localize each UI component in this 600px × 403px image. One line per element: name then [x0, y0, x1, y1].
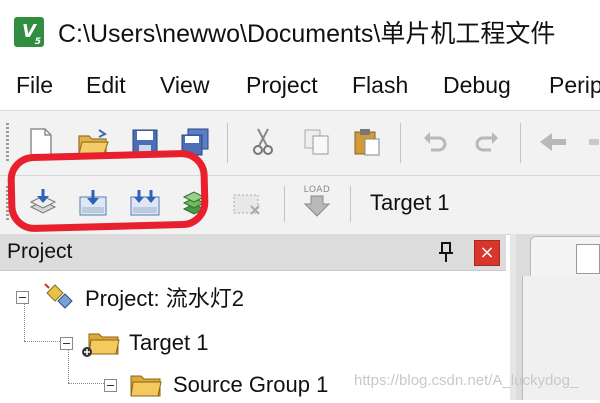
navigate-forward-icon[interactable]	[580, 125, 600, 159]
collapse-toggle-icon[interactable]	[16, 290, 29, 304]
cut-icon[interactable]	[246, 125, 280, 159]
menu-bar: File Edit View Project Flash Debug Perip	[0, 62, 600, 108]
menu-debug[interactable]: Debug	[443, 72, 511, 99]
folder-icon	[130, 375, 162, 397]
menu-flash[interactable]: Flash	[352, 72, 408, 99]
document-icon	[576, 244, 600, 274]
collapse-toggle-icon[interactable]	[104, 378, 117, 392]
toolbar-separator	[227, 123, 228, 163]
target-selector[interactable]: Target 1	[370, 190, 450, 216]
project-panel-title: Project	[7, 240, 73, 263]
tree-guide-line	[24, 341, 60, 342]
collapse-toggle-icon[interactable]	[60, 336, 73, 350]
target-folder-icon	[82, 333, 120, 357]
project-panel-header: Project	[0, 234, 506, 271]
toolbar-separator	[400, 123, 401, 163]
tree-guide-line	[68, 383, 104, 384]
menu-file[interactable]: File	[16, 72, 53, 99]
pin-icon[interactable]	[436, 240, 456, 264]
tree-item-target[interactable]: Target 1	[60, 325, 209, 361]
menu-view[interactable]: View	[160, 72, 209, 99]
load-label: LOAD	[303, 185, 331, 195]
project-diamond-icon	[44, 283, 73, 309]
menu-edit[interactable]: Edit	[86, 72, 126, 99]
redo-icon[interactable]	[470, 125, 504, 159]
keil-app-icon: V5	[14, 17, 44, 47]
tree-label: Project: 流水灯2	[85, 286, 244, 311]
toolbar-grip[interactable]	[6, 123, 9, 163]
tree-item-project[interactable]: Project: 流水灯2	[16, 279, 244, 315]
tree-item-source-group[interactable]: Source Group 1	[104, 367, 328, 403]
window-title: C:\Users\newwo\Documents\单片机工程文件	[58, 20, 556, 48]
undo-icon[interactable]	[418, 125, 452, 159]
menu-peripherals[interactable]: Perip	[549, 72, 600, 99]
toolbar-separator	[350, 186, 351, 222]
paste-icon[interactable]	[350, 125, 384, 159]
download-icon[interactable]: LOAD	[300, 184, 334, 218]
panel-close-button[interactable]: ×	[474, 240, 500, 266]
title-bar: V5 C:\Users\newwo\Documents\单片机工程文件	[0, 0, 600, 60]
tree-label: Target 1	[129, 330, 209, 355]
watermark: https://blog.csdn.net/A_luckydog_	[354, 372, 579, 389]
navigate-back-icon[interactable]	[536, 125, 570, 159]
menu-project[interactable]: Project	[246, 72, 318, 99]
red-highlight-annotation	[7, 149, 209, 233]
tree-label: Source Group 1	[173, 372, 329, 397]
copy-icon[interactable]	[300, 125, 334, 159]
toolbar-separator	[284, 186, 285, 222]
toolbar-separator	[520, 123, 521, 163]
stop-build-icon[interactable]	[230, 186, 264, 220]
